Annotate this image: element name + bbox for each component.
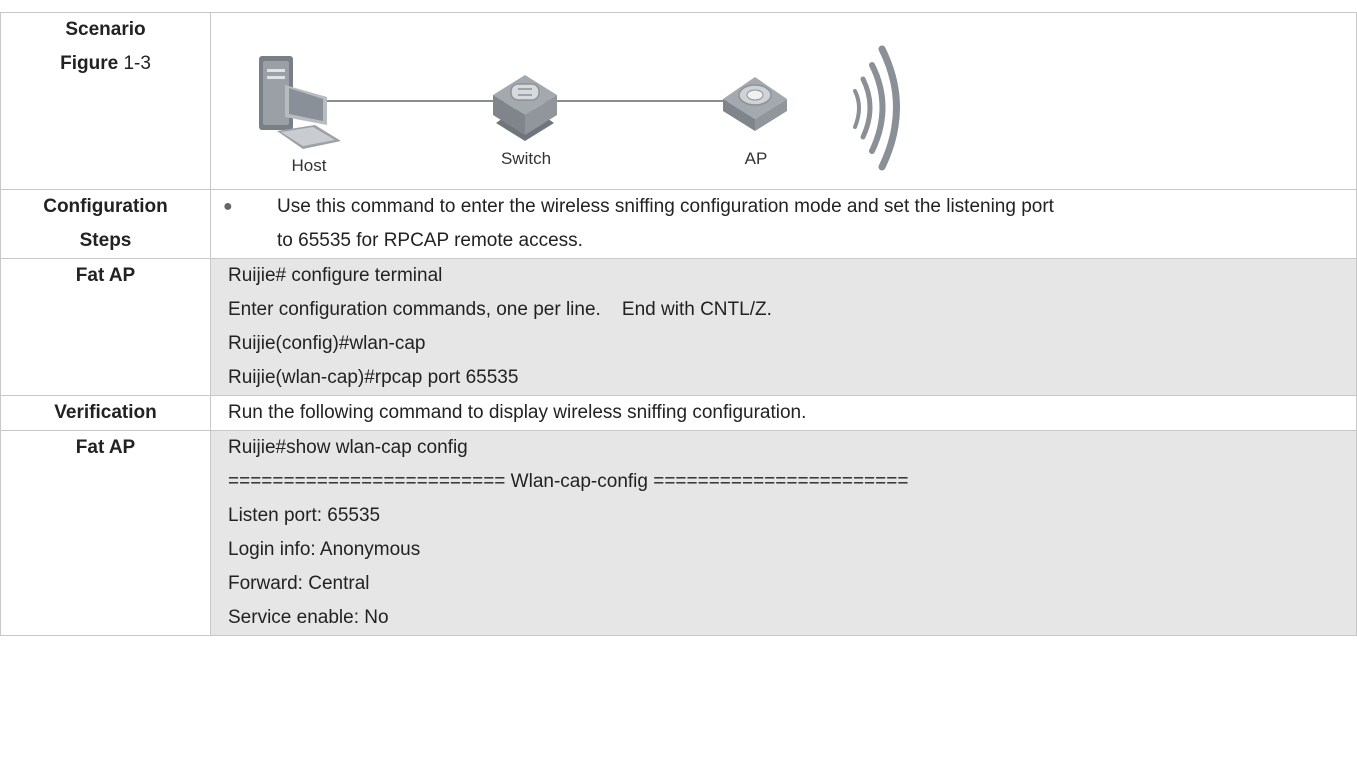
verification-label-cell: Verification (0, 395, 211, 431)
code-line: Ruijie(config)#wlan-cap (228, 333, 426, 354)
code-line: Ruijie#show wlan-cap config (228, 437, 468, 458)
steps-label: Steps (79, 230, 132, 251)
scenario-row: Scenario Figure 1-3 Host Switch AP (0, 12, 1357, 190)
verification-text: Run the following command to display wir… (228, 402, 807, 423)
configuration-bullet-item: ● Use this command to enter the wireless… (211, 190, 1356, 258)
fat-ap-label: Fat AP (75, 437, 136, 458)
verification-label: Verification (54, 402, 157, 423)
configuration-text-line-2: to 65535 for RPCAP remote access. (277, 230, 583, 251)
configuration-label: Configuration (43, 196, 168, 217)
code-line: Ruijie(wlan-cap)#rpcap port 65535 (228, 367, 519, 388)
bullet-icon: ● (223, 198, 233, 215)
fat-ap-verify-label-cell: Fat AP (0, 430, 211, 636)
switch-device-icon (493, 75, 557, 141)
fat-ap-verify-code-block: Ruijie#show wlan-cap config ============… (210, 430, 1357, 636)
code-line: Listen port: 65535 (228, 505, 381, 526)
configuration-steps-label-cell: Configuration Steps (0, 189, 211, 259)
fat-ap-label: Fat AP (75, 265, 136, 286)
configuration-steps-row: Configuration Steps ● Use this command t… (0, 189, 1357, 259)
wireless-signal-icon (853, 45, 900, 171)
figure-label: Figure 1-3 (1, 47, 210, 81)
code-line: Login info: Anonymous (228, 539, 421, 560)
verification-row: Verification Run the following command t… (0, 395, 1357, 431)
scenario-label: Scenario (65, 19, 146, 40)
code-line: Service enable: No (228, 607, 389, 628)
figure-word: Figure (60, 53, 119, 74)
fat-ap-config-code-block: Ruijie# configure terminal Enter configu… (210, 258, 1357, 396)
configuration-steps-content: ● Use this command to enter the wireless… (210, 189, 1357, 259)
host-computer-icon (259, 56, 341, 149)
fat-ap-config-label-cell: Fat AP (0, 258, 211, 396)
document-table: Scenario Figure 1-3 Host Switch AP Confi… (0, 12, 1357, 636)
ap-label: AP (745, 149, 768, 168)
switch-label: Switch (501, 149, 551, 168)
verification-text-cell: Run the following command to display wir… (210, 395, 1357, 431)
figure-number: 1-3 (123, 53, 151, 74)
host-label: Host (292, 156, 327, 175)
code-line: Forward: Central (228, 573, 370, 594)
fat-ap-verify-row: Fat AP Ruijie#show wlan-cap config =====… (0, 430, 1357, 636)
code-line: Enter configuration commands, one per li… (228, 299, 772, 320)
code-line: ========================= Wlan-cap-confi… (228, 471, 909, 492)
configuration-bullet-text: Use this command to enter the wireless s… (277, 190, 1054, 258)
network-topology-figure: Host Switch AP (211, 13, 1356, 187)
access-point-icon (723, 77, 787, 131)
scenario-figure-cell: Host Switch AP (210, 12, 1357, 190)
configuration-text-line-1: Use this command to enter the wireless s… (277, 196, 1054, 217)
scenario-label-cell: Scenario Figure 1-3 (0, 12, 211, 190)
fat-ap-config-row: Fat AP Ruijie# configure terminal Enter … (0, 258, 1357, 396)
code-line: Ruijie# configure terminal (228, 265, 443, 286)
